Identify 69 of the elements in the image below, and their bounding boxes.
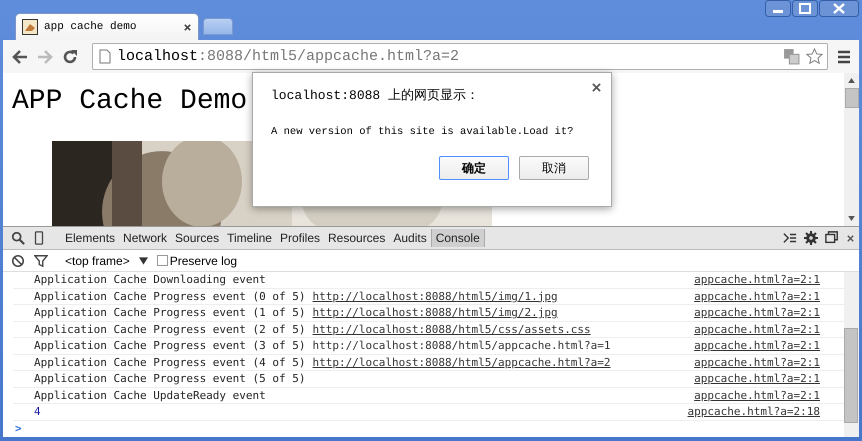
devtools-tab[interactable]: Console (430, 229, 485, 247)
console-message: Application Cache Progress event (0 of 5) (34, 290, 306, 303)
console-message: Application Cache Progress event (1 of 5) (34, 306, 306, 320)
source-link[interactable]: appcache.html?a=2:1 (694, 290, 820, 303)
devtools-tab[interactable]: Profiles (276, 229, 324, 247)
console-link[interactable]: http://localhost:8088/html5/img/2.jpg (312, 306, 558, 320)
drawer-icon[interactable] (783, 231, 797, 245)
dropdown-icon[interactable] (138, 256, 148, 264)
source-link[interactable]: appcache.html?a=2:1 (694, 306, 820, 320)
close-icon[interactable] (819, 0, 859, 17)
translate-icon[interactable] (783, 48, 800, 65)
devtools-tab[interactable]: Resources (324, 229, 390, 247)
source-link[interactable]: appcache.html?a=2:1 (694, 339, 820, 352)
console-link[interactable]: http://localhost:8088/html5/css/assets.css (312, 322, 591, 336)
search-icon[interactable] (11, 231, 25, 245)
back-icon[interactable] (11, 48, 29, 66)
address-bar[interactable]: localhost:8088/html5/appcache.html?a=2 (92, 43, 828, 70)
console-message: Application Cache UpdateReady event (34, 388, 266, 402)
scroll-thumb[interactable] (844, 328, 858, 423)
star-icon[interactable] (806, 48, 823, 65)
close-icon[interactable] (183, 22, 192, 32)
source-link[interactable]: appcache.html?a=2:1 (694, 356, 820, 369)
console-url: http://localhost:8088/html5/appcache.html?a=1 (312, 339, 611, 352)
console-prompt[interactable]: > (15, 422, 22, 436)
close-icon[interactable] (592, 83, 601, 92)
minimize-icon[interactable] (765, 0, 791, 17)
console-message: Application Cache Progress event (5 of 5) (34, 372, 306, 386)
dialog-message: A new version of this site is available.Load it? (271, 126, 574, 138)
scroll-thumb[interactable] (844, 88, 858, 108)
dock-icon[interactable] (825, 231, 839, 245)
console-message: Application Cache Progress event (4 of 5) (34, 356, 306, 369)
source-link[interactable]: appcache.html?a=2:1 (694, 388, 820, 402)
device-icon[interactable] (32, 231, 46, 245)
devtools-tab[interactable]: Network (119, 229, 172, 247)
context-selector[interactable]: <top frame> (65, 254, 130, 268)
preserve-log-checkbox[interactable] (156, 255, 168, 266)
devtools-tab[interactable]: Audits (389, 229, 431, 247)
devtools-tab[interactable]: Timeline (223, 229, 276, 247)
scrollbar[interactable] (844, 73, 859, 226)
favicon-icon (22, 19, 38, 35)
console-value: 4 (34, 405, 41, 418)
source-link[interactable]: appcache.html?a=2:18 (688, 405, 820, 418)
scroll-down-icon[interactable] (848, 216, 855, 221)
console-message: Application Cache Downloading event (34, 273, 266, 286)
maximize-icon[interactable] (792, 0, 818, 17)
page-heading: APP Cache Demo (12, 87, 248, 117)
devtools-tab[interactable]: Sources (171, 229, 224, 247)
scrollbar[interactable] (844, 272, 859, 437)
page-icon (99, 49, 111, 64)
reload-icon[interactable] (61, 48, 79, 66)
dialog-title: localhost:8088 上的网页显示： (271, 87, 480, 104)
console-message: Application Cache Progress event (3 of 5) (34, 339, 306, 352)
console-link[interactable]: http://localhost:8088/html5/img/1.jpg (312, 290, 558, 303)
console-link[interactable]: http://localhost:8088/html5/appcache.html?a=2 (312, 356, 611, 369)
close-icon[interactable] (846, 234, 855, 242)
source-link[interactable]: appcache.html?a=2:1 (694, 273, 820, 286)
source-link[interactable]: appcache.html?a=2:1 (694, 322, 820, 336)
filter-icon[interactable] (34, 254, 48, 268)
source-link[interactable]: appcache.html?a=2:1 (694, 372, 820, 386)
scroll-up-icon[interactable] (848, 78, 855, 83)
preserve-log-label: Preserve log (170, 254, 238, 268)
devtools-tab[interactable]: Elements (61, 229, 120, 247)
url-text: localhost:8088/html5/appcache.html?a=2 (117, 48, 460, 65)
ok-button[interactable]: 确定 (439, 156, 509, 180)
console-message: Application Cache Progress event (2 of 5) (34, 322, 306, 336)
clear-icon[interactable] (11, 254, 25, 268)
browser-tab[interactable]: app cache demo (15, 13, 199, 40)
cancel-button[interactable]: 取消 (519, 156, 589, 180)
settings-icon[interactable] (804, 231, 818, 245)
